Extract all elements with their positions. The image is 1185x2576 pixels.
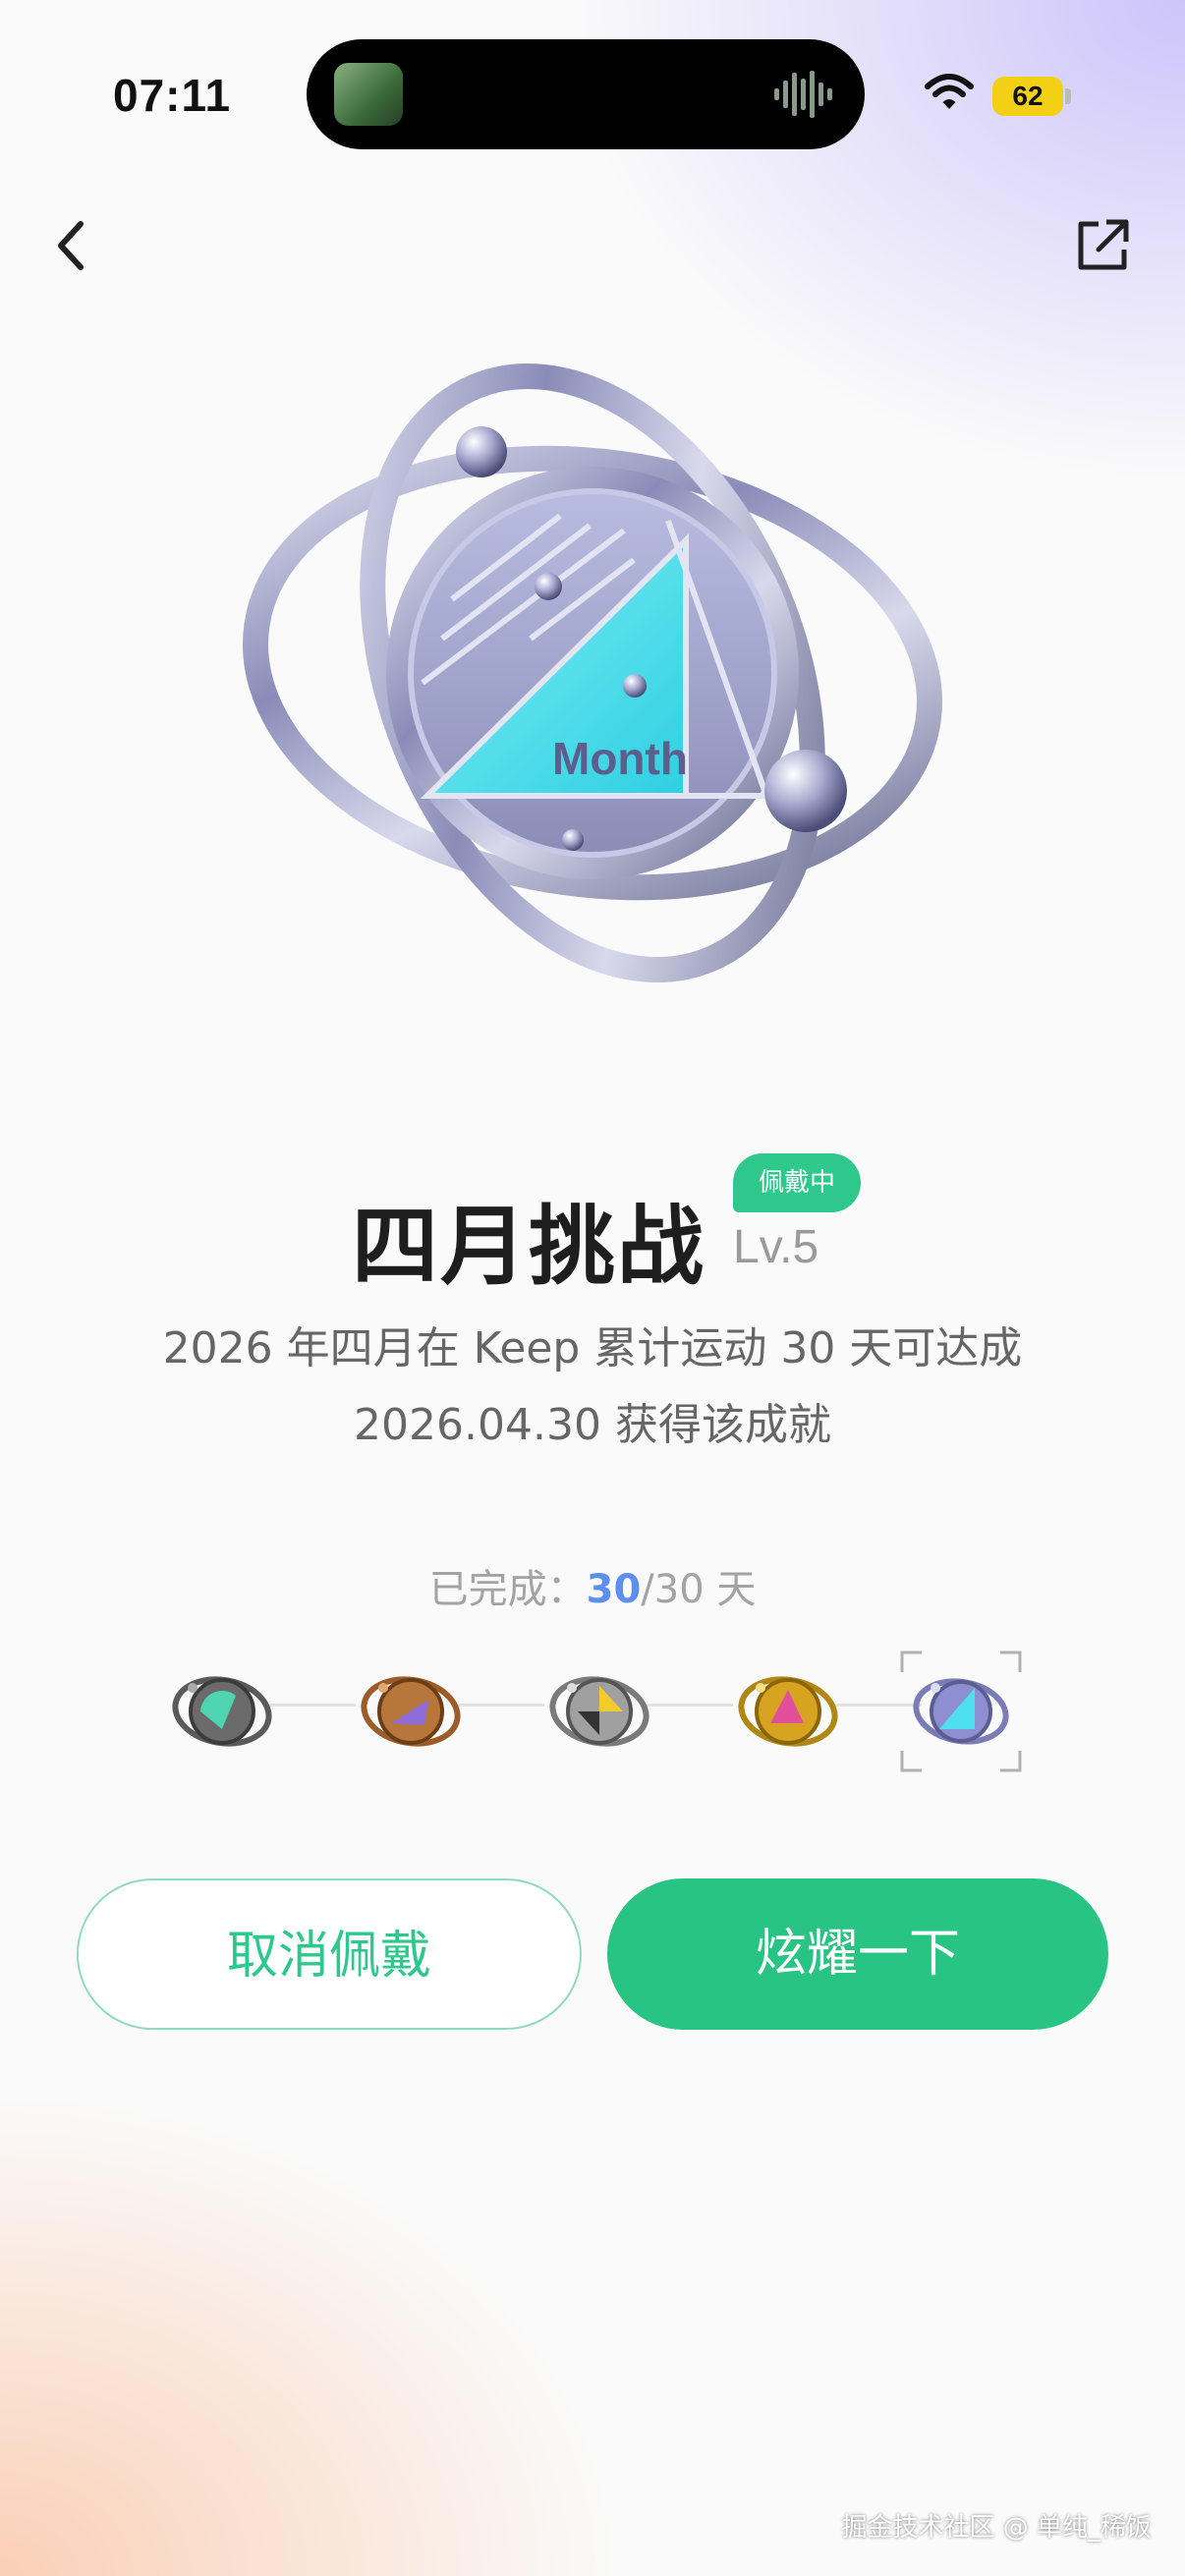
battery-level: 62 xyxy=(992,77,1063,116)
share-external-icon[interactable] xyxy=(1073,216,1132,275)
level-connector xyxy=(647,1704,733,1707)
achievement-header: 四月挑战 佩戴中 Lv.5 xyxy=(0,1140,1185,1297)
level-2-medal-icon[interactable] xyxy=(360,1660,462,1763)
level-4-medal-icon[interactable] xyxy=(737,1660,839,1763)
achievement-level: Lv.5 xyxy=(733,1221,819,1273)
now-playing-thumbnail xyxy=(334,63,403,126)
progress-label: 已完成： xyxy=(428,1567,587,1612)
cancel-wearing-button[interactable]: 取消佩戴 xyxy=(77,1878,582,2030)
level-connector xyxy=(458,1704,544,1707)
status-bar: 07:11 62 xyxy=(0,0,1185,196)
level-5-selected-frame[interactable] xyxy=(900,1651,1022,1772)
level-3-medal-icon[interactable] xyxy=(548,1660,650,1763)
selection-corners-icon xyxy=(900,1651,1022,1772)
achievement-description: 2026 年四月在 Keep 累计运动 30 天可达成 xyxy=(162,1323,1023,1373)
battery-cap xyxy=(1065,88,1071,104)
level-connector xyxy=(269,1704,356,1707)
dynamic-island[interactable] xyxy=(307,39,865,149)
show-off-button[interactable]: 炫耀一下 xyxy=(607,1878,1108,2030)
chevron-left-icon[interactable] xyxy=(49,216,98,275)
wifi-icon xyxy=(925,74,974,109)
wearing-badge: 佩戴中 xyxy=(733,1153,861,1212)
progress-done: 30 xyxy=(586,1567,642,1612)
audio-waveform-icon xyxy=(774,71,832,118)
achievement-date: 2026.04.30 获得该成就 xyxy=(354,1400,831,1450)
progress-text: 已完成：30/30 天 xyxy=(0,1557,1185,1614)
watermark: 掘金技术社区 @ 单纯_稀饭 xyxy=(841,2513,1152,2543)
progress-total: /30 天 xyxy=(641,1567,757,1612)
status-time: 07:11 xyxy=(113,70,232,121)
achievement-title: 四月挑战 xyxy=(352,1196,706,1297)
medal-month-text: Month xyxy=(552,733,688,784)
level-medals xyxy=(167,1641,1032,1772)
level-1-medal-icon[interactable] xyxy=(171,1660,273,1763)
medal-artwork: Month xyxy=(243,364,942,982)
